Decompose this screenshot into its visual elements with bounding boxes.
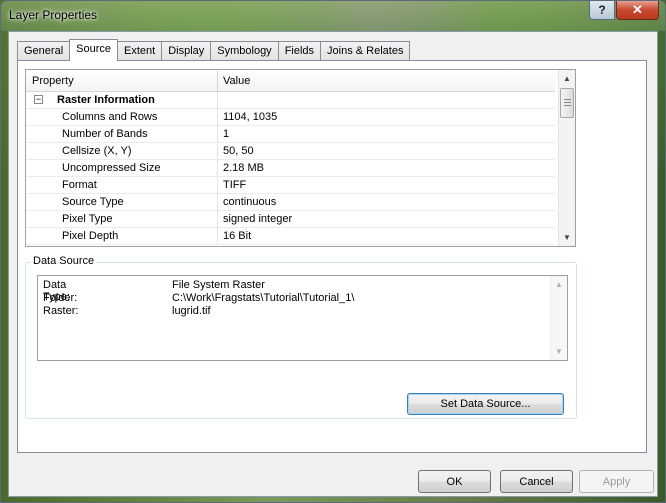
grip-line (564, 105, 571, 106)
tab-display[interactable]: Display (161, 41, 212, 61)
row-divider (217, 109, 218, 126)
table-row[interactable]: Format TIFF (26, 177, 555, 194)
tab-joins-relates[interactable]: Joins & Relates (320, 41, 411, 61)
data-source-group: Data Source Data Type: File System Raste… (25, 255, 577, 419)
table-row[interactable]: Pixel Type signed integer (26, 211, 555, 228)
source-tab-panel: Property Value − Raster Information Colu… (17, 60, 647, 453)
table-row[interactable]: Pixel Depth 16 Bit (26, 228, 555, 245)
help-button[interactable]: ? (589, 1, 615, 20)
data-source-value: File System Raster (172, 279, 265, 291)
set-data-source-button[interactable]: Set Data Source... (407, 393, 564, 415)
scroll-down-icon[interactable]: ▼ (559, 229, 575, 246)
close-button[interactable]: ✕ (616, 1, 659, 20)
property-value: 1104, 1035 (223, 111, 278, 123)
property-value: signed integer (223, 213, 293, 225)
data-source-key: Folder: (43, 292, 78, 304)
property-name: Columns and Rows (62, 111, 158, 123)
scroll-up-icon[interactable]: ▲ (551, 276, 567, 293)
table-row[interactable]: Number of Bands 1 (26, 126, 555, 143)
data-source-value: C:\Work\Fragstats\Tutorial\Tutorial_1\ (172, 292, 355, 304)
property-name: Pixel Type (62, 213, 113, 225)
property-value: 1 (223, 128, 230, 140)
table-row[interactable]: Uncompressed Size 2.18 MB (26, 160, 555, 177)
property-name: Source Type (62, 196, 124, 208)
property-grid-scrollbar[interactable]: ▲ ▼ (558, 70, 575, 246)
scroll-down-icon[interactable]: ▼ (551, 343, 567, 360)
grid-header: Property Value (26, 70, 555, 92)
tab-symbology[interactable]: Symbology (210, 41, 279, 61)
row-divider (217, 177, 218, 194)
row-divider (217, 211, 218, 228)
column-header-value[interactable]: Value (223, 75, 250, 87)
property-name: Number of Bands (62, 128, 148, 140)
row-divider (217, 92, 218, 109)
property-name: Cellsize (X, Y) (62, 145, 132, 157)
dialog-client-area: General Source Extent Display Symbology … (8, 31, 658, 497)
data-source-textbox[interactable]: Data Type: File System Raster Folder: C:… (37, 275, 568, 361)
property-name: Uncompressed Size (62, 162, 161, 174)
grip-line (564, 99, 571, 100)
row-divider (217, 143, 218, 160)
data-source-key: Raster: (43, 305, 79, 317)
cancel-button[interactable]: Cancel (500, 470, 573, 493)
table-row[interactable]: Columns and Rows 1104, 1035 (26, 109, 555, 126)
collapse-icon[interactable]: − (34, 95, 43, 104)
ok-button[interactable]: OK (418, 470, 491, 493)
apply-button[interactable]: Apply (579, 470, 654, 493)
tab-strip: General Source Extent Display Symbology … (17, 39, 411, 61)
group-row-raster-information[interactable]: − Raster Information (26, 92, 555, 109)
property-value: TIFF (223, 179, 247, 191)
window-title: Layer Properties (9, 8, 98, 22)
property-value: 2.18 MB (223, 162, 264, 174)
scroll-thumb[interactable] (560, 88, 574, 118)
row-divider (217, 228, 218, 245)
column-header-property[interactable]: Property (32, 75, 74, 87)
column-divider[interactable] (217, 70, 218, 92)
tab-general[interactable]: General (17, 41, 71, 61)
data-source-legend: Data Source (31, 255, 97, 267)
data-source-value: lugrid.tif (172, 305, 211, 317)
row-divider (217, 160, 218, 177)
data-source-scrollbar[interactable]: ▲ ▼ (550, 276, 567, 360)
layer-properties-dialog: Layer Properties ? ✕ General Source Exte… (0, 0, 666, 503)
row-divider (217, 194, 218, 211)
property-value: 50, 50 (223, 145, 254, 157)
property-name: Pixel Depth (62, 230, 119, 242)
scroll-up-icon[interactable]: ▲ (559, 70, 575, 87)
property-grid[interactable]: Property Value − Raster Information Colu… (25, 69, 576, 247)
property-name: Format (62, 179, 97, 191)
property-value: continuous (223, 196, 277, 208)
grip-line (564, 102, 571, 103)
table-row[interactable]: Cellsize (X, Y) 50, 50 (26, 143, 555, 160)
table-row[interactable]: Source Type continuous (26, 194, 555, 211)
group-label: Raster Information (57, 94, 155, 106)
row-divider (217, 126, 218, 143)
property-value: 16 Bit (223, 230, 252, 242)
tab-source[interactable]: Source (69, 39, 118, 61)
tab-fields[interactable]: Fields (277, 41, 322, 61)
title-bar[interactable]: Layer Properties ? ✕ (1, 1, 665, 31)
tab-extent[interactable]: Extent (117, 41, 163, 61)
